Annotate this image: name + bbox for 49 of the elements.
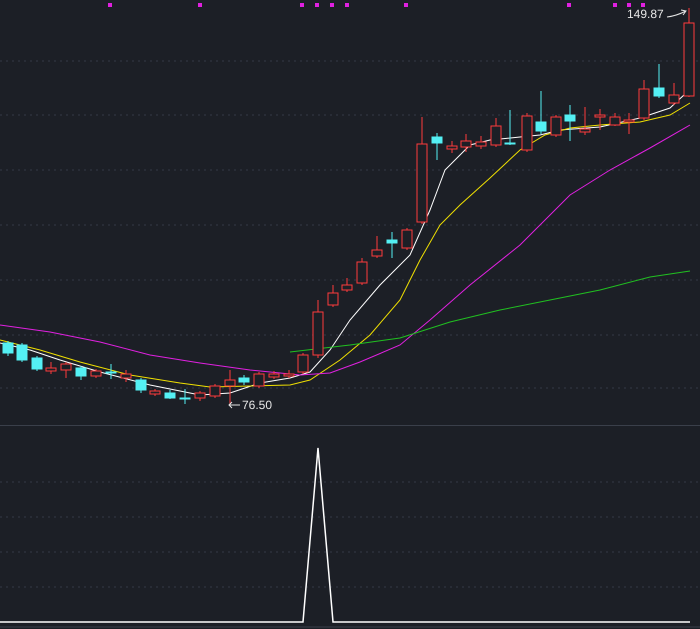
candlestick xyxy=(402,228,412,250)
candlestick xyxy=(356,258,368,286)
candlestick xyxy=(536,90,546,134)
candlestick xyxy=(76,366,86,380)
candlestick xyxy=(16,342,28,362)
candlestick xyxy=(150,388,160,396)
candlestick xyxy=(254,372,264,388)
candlestick xyxy=(580,106,590,136)
candlestick xyxy=(180,388,190,404)
high-price-label: 149.87 xyxy=(627,7,664,21)
candlestick xyxy=(136,378,146,394)
candlestick xyxy=(522,112,532,152)
candlestick xyxy=(238,374,250,386)
candlestick xyxy=(298,352,308,374)
candlestick xyxy=(268,370,280,380)
candlestick xyxy=(372,236,382,258)
candlestick xyxy=(446,140,458,154)
candlestick xyxy=(638,80,650,120)
candlestick xyxy=(312,300,324,358)
candlestick xyxy=(610,112,620,126)
candlestick xyxy=(164,390,176,400)
candlestick xyxy=(564,104,576,142)
candlestick xyxy=(328,284,338,308)
candlestick xyxy=(46,362,56,374)
candlestick xyxy=(224,370,236,406)
candlestick xyxy=(550,114,562,138)
candlestick xyxy=(460,134,472,152)
candlestick xyxy=(342,278,352,292)
candlestick xyxy=(594,108,606,130)
candlestick xyxy=(504,110,516,146)
candlestick xyxy=(194,390,206,402)
candlestick xyxy=(668,82,680,106)
candlestick xyxy=(106,364,116,380)
candlestick xyxy=(432,132,442,160)
candlestick xyxy=(284,370,294,378)
candlestick xyxy=(2,340,14,356)
arrow-icon xyxy=(228,401,240,409)
low-price-label: 76.50 xyxy=(242,398,272,412)
candlestick xyxy=(476,136,486,150)
candlestick xyxy=(386,232,398,258)
candlestick xyxy=(60,362,72,378)
candlestick xyxy=(624,112,634,134)
candlestick xyxy=(654,64,664,98)
candlestick xyxy=(490,118,502,148)
candlestick xyxy=(210,384,220,398)
arrow-icon xyxy=(666,9,688,19)
candlestick xyxy=(32,356,42,372)
candlestick xyxy=(90,368,102,378)
candlestick xyxy=(120,370,132,382)
